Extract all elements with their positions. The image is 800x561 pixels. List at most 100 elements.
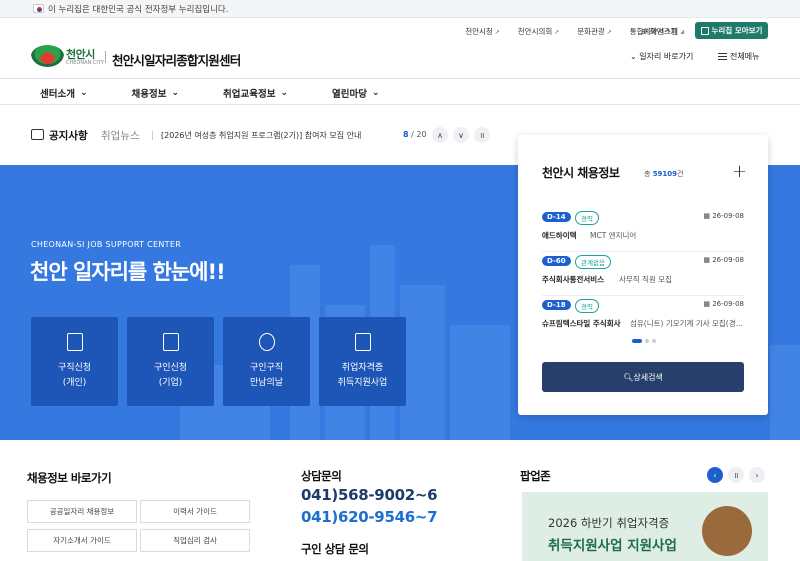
card-company-apply[interactable]: 구인신청 (기업) bbox=[127, 317, 214, 406]
job-role: MCT 엔지니어 bbox=[590, 231, 637, 240]
all-menu-label: 전체메뉴 bbox=[730, 52, 760, 61]
gov-banner-text: 이 누리집은 대한민국 공식 전자정부 누리집입니다. bbox=[48, 5, 229, 15]
job-panel-title: 천안시 채용정보 bbox=[542, 166, 620, 180]
job-total: 총 59109건 bbox=[644, 169, 684, 179]
gnb-divider bbox=[0, 78, 800, 79]
dday-badge: D-18 bbox=[542, 300, 571, 310]
dot-active[interactable] bbox=[632, 339, 642, 343]
card-label: 구직신청 (개인) bbox=[57, 363, 92, 388]
util-link-council[interactable]: 천안시의회 bbox=[518, 26, 559, 37]
career-tag: 경력 bbox=[575, 211, 599, 225]
job-role: 사무직 직원 모집 bbox=[619, 275, 673, 284]
nav-center-intro[interactable]: 센터소개 bbox=[40, 86, 88, 100]
notice-prev-button[interactable]: ∧ bbox=[432, 127, 448, 143]
job-info-panel: 천안시 채용정보 총 59109건 + D-14 경력 ▦ 26-09-08 애… bbox=[518, 135, 768, 415]
popup-line-2: 취득지원사업 지원사업 bbox=[548, 538, 677, 554]
popup-line-1: 2026 하반기 취업자격증 bbox=[548, 516, 670, 530]
consult-title: 상담문의 bbox=[301, 469, 342, 483]
gnb-bottom-divider bbox=[0, 104, 800, 105]
nav-edu-info[interactable]: 취업교육정보 bbox=[223, 86, 288, 100]
quick-psych-test-button[interactable]: 직업심리 검사 bbox=[140, 529, 250, 552]
company-name: 애드하이텍 bbox=[542, 231, 577, 240]
post-date: ▦ 26-09-08 bbox=[703, 256, 744, 264]
carousel-dots bbox=[632, 339, 656, 343]
notice-divider bbox=[152, 131, 153, 140]
building-shape bbox=[400, 285, 445, 440]
notice-headline[interactable]: [2026년 여성층 취업지원 프로그램(2기)] 참여자 모집 안내 bbox=[161, 130, 361, 141]
nuri-button-label: 누리집 모아보기 bbox=[711, 26, 763, 35]
post-date: ▦ 26-09-08 bbox=[703, 212, 744, 220]
util-link-cityhall[interactable]: 천안시청 bbox=[465, 26, 500, 37]
gov-banner: 이 누리집은 대한민국 공식 전자정부 누리집입니다. bbox=[0, 0, 800, 18]
dot[interactable] bbox=[645, 339, 649, 343]
popup-zone-title: 팝업존 bbox=[520, 469, 551, 483]
detail-search-button[interactable]: 🔍︎ 상세검색 bbox=[542, 362, 744, 392]
career-tag: 경력 bbox=[575, 299, 599, 313]
career-tag: 관계없음 bbox=[575, 255, 611, 269]
card-label: 구인신청 (기업) bbox=[153, 363, 188, 388]
logo-divider bbox=[105, 51, 106, 63]
building-shape bbox=[770, 345, 800, 440]
nav-job-info[interactable]: 채용정보 bbox=[132, 86, 180, 100]
font-size-control[interactable]: ⊕ 화면크기 ⌄ bbox=[641, 26, 686, 37]
job-role: 섬유(니트) 기모기계 기사 모집(경... bbox=[630, 319, 743, 328]
korea-flag-icon bbox=[33, 4, 44, 13]
card-label: 구인구직 만남의날 bbox=[249, 363, 284, 388]
grid-icon bbox=[700, 26, 709, 35]
company-name: 주식회사통전서비스 bbox=[542, 275, 605, 284]
notice-pager: 8 / 20 bbox=[403, 130, 427, 139]
post-date: ▦ 26-09-08 bbox=[703, 300, 744, 308]
chat-icon bbox=[31, 129, 44, 140]
detail-search-label: 상세검색 bbox=[633, 372, 663, 382]
notice-next-button[interactable]: ∨ bbox=[453, 127, 469, 143]
job-list-item[interactable]: D-18 경력 ▦ 26-09-08 슈프림텍스타일 주식회사 섬유(니트) 기… bbox=[542, 296, 744, 340]
nav-open-board[interactable]: 열린마당 bbox=[332, 86, 380, 100]
popup-banner[interactable]: 2026 하반기 취업자격증 취득지원사업 지원사업 bbox=[522, 492, 768, 561]
post-date-value: 26-09-08 bbox=[712, 300, 744, 308]
util-link-tourism[interactable]: 문화관광 bbox=[577, 26, 612, 37]
card-certificate-support[interactable]: 취업자격증 취득지원사업 bbox=[319, 317, 406, 406]
job-total-count: 59109 bbox=[652, 170, 678, 178]
hero-title: 천안 일자리를 한눈에!! bbox=[30, 260, 226, 284]
job-total-suffix: 건 bbox=[677, 170, 684, 178]
notice-page-current: 8 bbox=[403, 130, 409, 139]
people-icon bbox=[258, 333, 275, 351]
card-meeting-day[interactable]: 구인구직 만남의날 bbox=[223, 317, 310, 406]
dot[interactable] bbox=[652, 339, 656, 343]
quick-go-label: 일자리 바로가기 bbox=[639, 52, 694, 61]
popup-next-button[interactable]: › bbox=[749, 467, 765, 483]
hero-subtitle: CHEONAN-SI JOB SUPPORT CENTER bbox=[31, 240, 182, 249]
tab-news[interactable]: 취업뉴스 bbox=[101, 128, 140, 143]
quick-resume-guide-button[interactable]: 이력서 가이드 bbox=[140, 500, 250, 523]
company-name: 슈프림텍스타일 주식회사 bbox=[542, 319, 621, 328]
post-date-value: 26-09-08 bbox=[712, 256, 744, 264]
font-size-label: 화면크기 bbox=[649, 27, 678, 36]
quick-section-title: 채용정보 바로가기 bbox=[27, 471, 112, 485]
job-list-item[interactable]: D-14 경력 ▦ 26-09-08 애드하이텍 MCT 엔지니어 bbox=[542, 208, 744, 252]
mascot-icon bbox=[702, 506, 752, 556]
consult-tel-2[interactable]: 041)620-9546~7 bbox=[301, 508, 438, 526]
popup-prev-button[interactable]: ‹ bbox=[707, 467, 723, 483]
person-doc-icon bbox=[66, 333, 83, 351]
plus-icon[interactable]: + bbox=[732, 161, 747, 182]
job-list-item[interactable]: D-60 관계없음 ▦ 26-09-08 주식회사통전서비스 사무직 직원 모집 bbox=[542, 252, 744, 296]
tab-notice[interactable]: 공지사항 bbox=[49, 128, 88, 143]
all-menu-button[interactable]: 전체메뉴 bbox=[718, 51, 759, 62]
site-title[interactable]: 천안시일자리종합지원센터 bbox=[112, 50, 241, 69]
job-quick-go[interactable]: ⌄ 일자리 바로가기 bbox=[630, 51, 693, 62]
popup-pause-button[interactable]: ॥ bbox=[728, 467, 744, 483]
notice-pause-button[interactable]: ॥ bbox=[474, 127, 490, 143]
quick-intro-guide-button[interactable]: 자기소개서 가이드 bbox=[27, 529, 137, 552]
hamburger-icon bbox=[718, 53, 727, 60]
dday-badge: D-14 bbox=[542, 212, 571, 222]
logo-sub: CHEONAN CITY bbox=[66, 60, 104, 66]
quick-public-jobs-button[interactable]: 공공일자리 채용정보 bbox=[27, 500, 137, 523]
building-icon bbox=[162, 333, 179, 351]
building-shape bbox=[450, 325, 510, 440]
cheonan-logo-icon[interactable] bbox=[31, 45, 64, 67]
nuri-collect-button[interactable]: 누리집 모아보기 bbox=[695, 22, 768, 39]
consult-tel-1[interactable]: 041)568-9002~6 bbox=[301, 486, 438, 504]
job-total-prefix: 총 bbox=[644, 170, 651, 178]
card-job-seeker-apply[interactable]: 구직신청 (개인) bbox=[31, 317, 118, 406]
main-nav: 센터소개 채용정보 취업교육정보 열린마당 bbox=[40, 86, 424, 100]
